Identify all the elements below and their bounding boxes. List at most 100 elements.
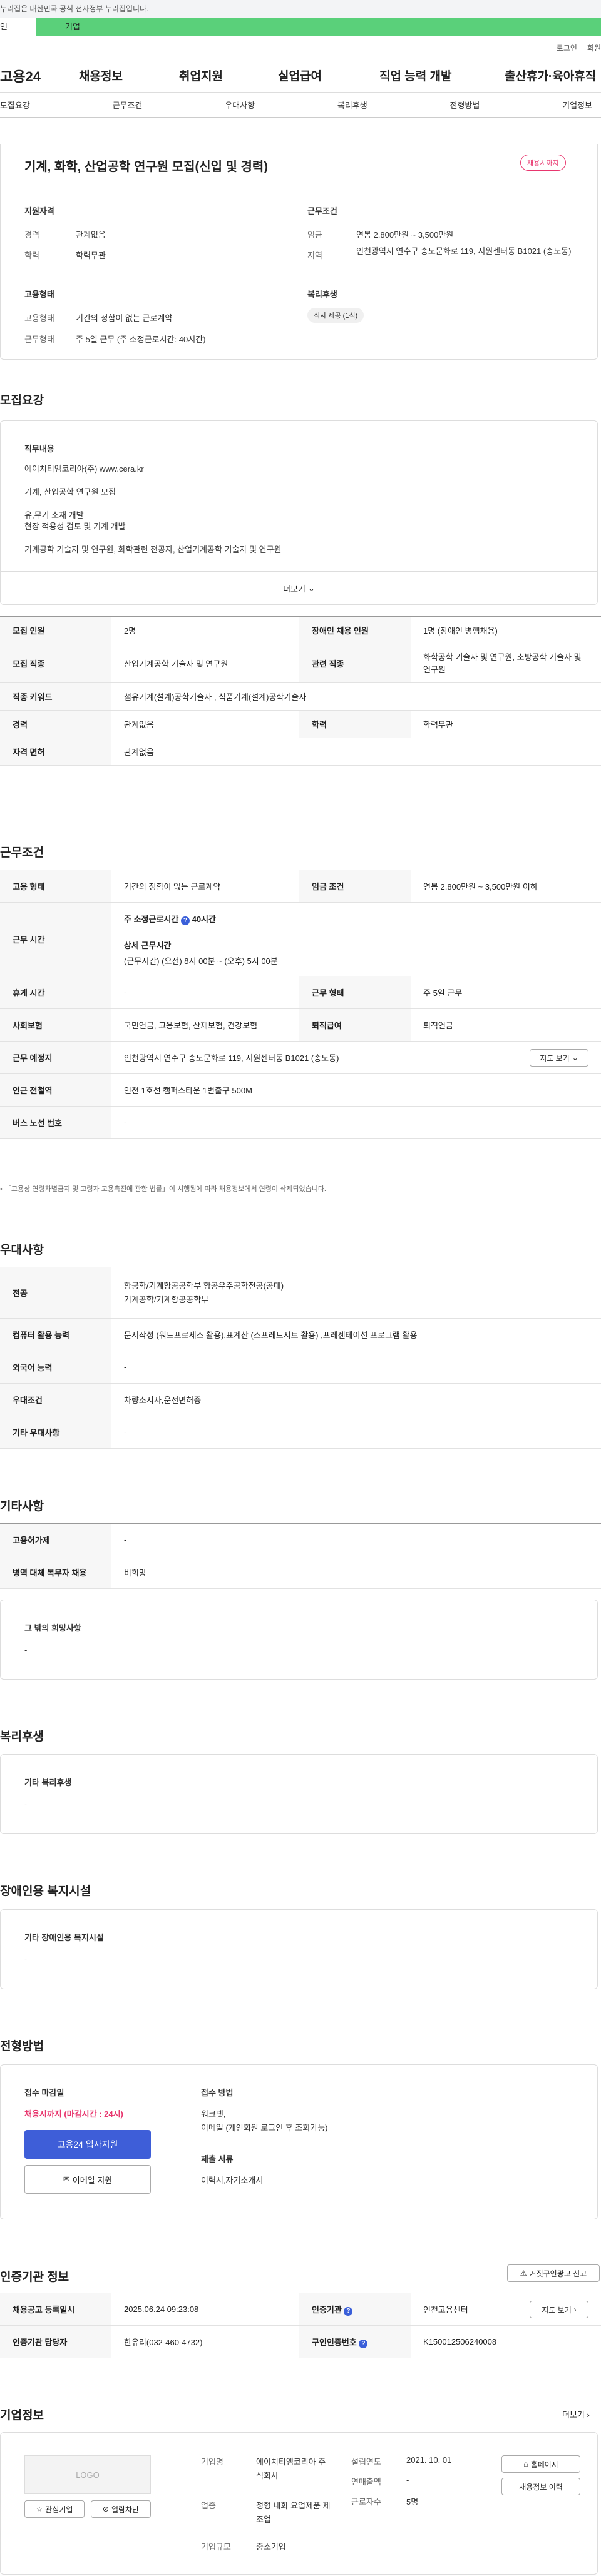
disability-box-value: - bbox=[24, 1955, 28, 1964]
size-label: 기업규모 bbox=[201, 2542, 231, 2552]
detail-hours-value: (근무시간) (오전) 8시 00분 ~ (오후) 5시 00분 bbox=[124, 956, 278, 966]
tab-process[interactable]: 전형방법 bbox=[450, 99, 480, 111]
map-button[interactable]: 지도 보기 ⌄ bbox=[530, 1049, 588, 1067]
job-title: 기계, 화학, 산업공학 연구원 모집(신입 및 경력) bbox=[24, 160, 268, 174]
cert-org-label: 인증기관 bbox=[312, 2305, 342, 2315]
nav-parental-leave[interactable]: 출산휴가·육아휴직 bbox=[505, 67, 596, 84]
tab-company[interactable]: 기업정보 bbox=[562, 99, 592, 111]
cell-key: 모집 직종 bbox=[0, 644, 111, 683]
nav-jobs[interactable]: 채용정보 bbox=[79, 67, 179, 84]
est-value: 2021. 10. 01 bbox=[406, 2455, 452, 2465]
wage-label: 임금 bbox=[307, 230, 322, 240]
cell-key: 퇴직급여 bbox=[299, 1008, 411, 1042]
history-label: 채용정보 이력 bbox=[519, 2482, 563, 2492]
region-value: 인천광역시 연수구 송도문화로 119, 지원센터동 B1021 (송도동) bbox=[356, 246, 572, 256]
cert-org-value: 인천고용센터 bbox=[423, 2305, 468, 2315]
chevron-right-icon: › bbox=[573, 2305, 577, 2314]
email-apply-label: 이메일 지원 bbox=[72, 2175, 113, 2185]
cell-value: 차량소지자,운전면허증 bbox=[111, 1383, 601, 1416]
nav-employment-support[interactable]: 취업지원 bbox=[179, 67, 278, 84]
cell-key: 모집 인원 bbox=[0, 616, 111, 644]
corp-more-link[interactable]: 더보기 › bbox=[562, 2408, 590, 2420]
pref-table: 전공 항공학/기계항공공학부 항공우주공학전공(공대) 기계공학/기계항공공학부 … bbox=[0, 1267, 601, 1449]
table-row: 인근 전철역 인천 1호선 캠퍼스타운 1번출구 500M bbox=[0, 1073, 601, 1107]
process-heading: 전형방법 bbox=[0, 2040, 44, 2053]
cert-map-label: 지도 보기 bbox=[542, 2305, 572, 2315]
cell-value: 주 5일 근무 bbox=[411, 976, 601, 1009]
emp-count-label: 근로자수 bbox=[351, 2497, 381, 2507]
block-button[interactable]: ⊘ 열람차단 bbox=[91, 2500, 151, 2518]
corp-card: LOGO ☆ 관심기업 ⊘ 열람차단 기업명 에이치티엠코리아 주식회사 업종 정형… bbox=[0, 2432, 598, 2575]
est-label: 설립연도 bbox=[351, 2457, 381, 2467]
emp-count-value: 5명 bbox=[406, 2497, 419, 2507]
cell-key: 인증기관 담당자 bbox=[0, 2325, 111, 2358]
nav-unemployment[interactable]: 실업급여 bbox=[278, 67, 379, 84]
homepage-label: 홈페이지 bbox=[530, 2460, 558, 2469]
cell-key: 직종 키워드 bbox=[0, 682, 111, 711]
welfare-box: 기타 복리후생 - bbox=[0, 1754, 598, 1834]
table-row: 컴퓨터 활용 능력 문서작성 (워드프로세스 활용),표계산 (스프레드시트 활용… bbox=[0, 1318, 601, 1351]
cell-value: 연봉 2,800만원 ~ 3,500만원 이하 bbox=[411, 870, 601, 903]
map-button-label: 지도 보기 bbox=[540, 1053, 570, 1063]
siren-icon: ⚠ bbox=[520, 2269, 527, 2278]
place-cell: 인천광역시 연수구 송도문화로 119, 지원센터동 B1021 (송도동) 지도… bbox=[111, 1041, 601, 1074]
cell-value: - bbox=[111, 976, 299, 1009]
nav-training[interactable]: 직업 능력 개발 bbox=[379, 67, 505, 84]
gov-notice: 누리집은 대한민국 공식 전자정부 누리집입니다. bbox=[0, 0, 601, 18]
block-icon: ⊘ bbox=[102, 2505, 109, 2513]
career-label: 경력 bbox=[24, 230, 39, 240]
apply-button[interactable]: 고용24 입사지원 bbox=[24, 2130, 151, 2159]
more-button[interactable]: 더보기 ⌄ bbox=[1, 571, 597, 605]
edu-label: 학력 bbox=[24, 251, 39, 260]
home-icon: ⌂ bbox=[523, 2460, 528, 2468]
homepage-button[interactable]: ⌂ 홈페이지 bbox=[501, 2455, 580, 2473]
cond-section-heading: 근무조건 bbox=[0, 846, 44, 860]
desc-line-3: 유,무기 소재 개발 bbox=[24, 510, 84, 520]
login-link[interactable]: 로그인 bbox=[557, 43, 577, 53]
career-value: 관계없음 bbox=[76, 230, 106, 240]
table-row: 고용허가제 - bbox=[0, 1523, 601, 1556]
site-logo[interactable]: 고용24 bbox=[0, 66, 75, 86]
cert-map-button[interactable]: 지도 보기 › bbox=[530, 2301, 588, 2318]
table-row: 사회보험 국민연금, 고용보험, 산재보험, 건강보험 퇴직급여 퇴직연금 bbox=[0, 1008, 601, 1042]
corp-more-label: 더보기 bbox=[562, 2410, 585, 2420]
desc-line-1: 에이치티엠코리아(주) www.cera.kr bbox=[24, 464, 144, 474]
tab-requirements[interactable]: 모집요강 bbox=[0, 99, 30, 111]
cond-table: 고용 형태 기간의 정함이 없는 근로계약 임금 조건 연봉 2,800만원 ~ 3,… bbox=[0, 870, 601, 1139]
cell-key: 채용공고 등록일시 bbox=[0, 2293, 111, 2326]
cell-value: 비희망 bbox=[111, 1556, 601, 1589]
table-row: 기타 우대사항 - bbox=[0, 1416, 601, 1449]
join-link[interactable]: 회원 bbox=[587, 43, 601, 53]
docs-value: 이력서,자기소개서 bbox=[201, 2176, 264, 2185]
fav-corp-button[interactable]: ☆ 관심기업 bbox=[24, 2500, 85, 2518]
info-icon[interactable]: ? bbox=[344, 2306, 353, 2316]
desc-line-5: 기계공학 기술자 및 연구원, 화학관련 전공자, 산업기계공학 기술자 및 연… bbox=[24, 545, 282, 554]
history-button[interactable]: 채용정보 이력 bbox=[501, 2478, 580, 2495]
worktype-label: 근무형태 bbox=[24, 335, 54, 344]
welfare-section-heading: 복리후생 bbox=[0, 1730, 44, 1743]
job-desc-heading: 직무내용 bbox=[24, 444, 54, 454]
info-icon[interactable]: ? bbox=[180, 916, 190, 925]
cell-key: 임금 조건 bbox=[299, 870, 411, 903]
cell-key: 병역 대체 복무자 채용 bbox=[0, 1556, 111, 1589]
tab-welfare[interactable]: 복리후생 bbox=[337, 99, 367, 111]
email-apply-button[interactable]: ✉ 이메일 지원 bbox=[24, 2165, 151, 2194]
table-row: 경력 관계없음 학력 학력무관 bbox=[0, 710, 601, 738]
info-icon[interactable]: ? bbox=[359, 2339, 368, 2348]
cell-key: 고용 형태 bbox=[0, 870, 111, 903]
worktype-value: 주 5일 근무 (주 소정근로시간: 40시간) bbox=[76, 335, 206, 344]
table-row: 버스 노선 번호 - bbox=[0, 1106, 601, 1139]
tab-corp[interactable]: 기업 bbox=[36, 18, 601, 36]
cell-value: 한유리(032-460-4732) bbox=[111, 2325, 299, 2358]
mail-icon: ✉ bbox=[63, 2174, 70, 2184]
tab-preferences[interactable]: 우대사항 bbox=[225, 99, 255, 111]
corp-heading: 기업정보 bbox=[0, 2409, 44, 2422]
cell-value: 퇴직연금 bbox=[411, 1008, 601, 1042]
cell-value: 관계없음 bbox=[111, 738, 601, 766]
report-button[interactable]: ⚠ 거짓구인광고 신고 bbox=[507, 2264, 600, 2282]
region-label: 지역 bbox=[307, 251, 322, 260]
tab-conditions[interactable]: 근무조건 bbox=[113, 99, 143, 111]
welfare-heading: 복리후생 bbox=[307, 290, 337, 299]
tab-personal[interactable]: 인 bbox=[0, 18, 36, 36]
cell-value: 인천 1호선 캠퍼스타운 1번출구 500M bbox=[111, 1073, 601, 1107]
